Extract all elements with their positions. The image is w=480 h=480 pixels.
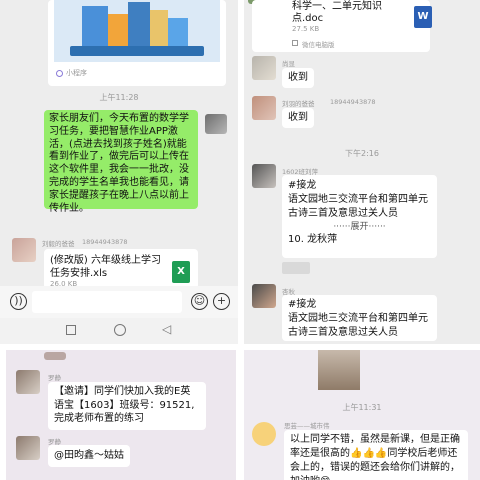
word-file-icon: W	[414, 6, 432, 28]
triangle-icon[interactable]: ◁	[162, 322, 171, 336]
excel-file-icon: X	[172, 261, 190, 283]
invite-message[interactable]: 【邀请】同学们快加入我的E英语宝【1603】班级号：91521,完成老师布置的练…	[48, 382, 206, 430]
doc-file-message[interactable]: 科学一、二单元知识点.doc 27.5 KB W 微信电脑版	[252, 0, 432, 52]
timestamp: 下午2:16	[345, 149, 379, 158]
reply-message[interactable]: 收到	[282, 108, 314, 128]
my-avatar[interactable]	[205, 114, 227, 134]
jielong-text: #接龙 语文园地三交流平台和第四单元古诗三首及意思过关人员	[288, 180, 428, 219]
sender-avatar[interactable]	[12, 238, 36, 262]
teacher-message[interactable]: 以上同学不错，虽然是新课，但是正确率还是很高的👍👍👍同学校后老师还会上的，错误的…	[284, 430, 468, 480]
chat-panel-bottom-left: 罗静 【邀请】同学们快加入我的E英语宝【1603】班级号：91521,完成老师布…	[6, 350, 236, 480]
shared-image[interactable]	[318, 350, 360, 390]
sender-name: 罗静	[48, 374, 61, 382]
sender-name: 尚显	[282, 60, 295, 68]
jielong-text: #接龙 语文园地三交流平台和第四单元古诗三首及意思过关人员	[288, 299, 428, 338]
sender-name: 刘羽的爸爸	[282, 100, 315, 108]
sender-avatar[interactable]	[252, 284, 276, 308]
pc-wechat-icon	[292, 40, 298, 46]
timestamp: 上午11:31	[342, 403, 382, 412]
message-input[interactable]	[32, 291, 182, 313]
chat-panel-top-left: 小程序 上午11:28 家长朋友们，今天布置的数学学习任务，要把智慧作业APP激…	[0, 0, 238, 344]
chat-panel-top-right: 科学一、二单元知识点.doc 27.5 KB W 微信电脑版 尚显 收到 刘羽的…	[244, 0, 480, 344]
file-sender-phone: 18944943878	[82, 238, 128, 246]
jielong-last-entry: 10. 龙秋萍	[288, 234, 338, 245]
sender-phone: 18944943878	[330, 98, 376, 106]
doc-file-name: 科学一、二单元知识点.doc	[292, 1, 382, 24]
sender-avatar[interactable]	[44, 352, 66, 360]
card-image	[54, 0, 220, 62]
plus-icon[interactable]: +	[213, 293, 230, 310]
file-name: (修改版) 六年级线上学习任务安排.xls	[50, 255, 161, 279]
timestamp: 上午11:28	[99, 93, 139, 102]
input-bar: )) ☺ +	[0, 286, 238, 318]
mini-program-card[interactable]: 小程序	[48, 0, 226, 86]
sender-avatar[interactable]	[16, 370, 40, 394]
mention-message[interactable]: @田昀鑫～姑姑	[48, 445, 130, 467]
system-nav-bar: ◁	[0, 318, 238, 344]
emoji-icon[interactable]: ☺	[191, 293, 208, 310]
expand-link[interactable]: ······展开······	[288, 221, 431, 233]
card-source-label: 小程序	[66, 69, 87, 77]
voice-icon[interactable]: ))	[10, 293, 27, 310]
sender-avatar[interactable]	[252, 96, 276, 120]
chat-panel-bottom-right: 上午11:31 思芸——城市伟 以上同学不错，虽然是新课，但是正确率还是很高的👍…	[244, 350, 480, 480]
circle-icon[interactable]	[114, 324, 126, 336]
sender-avatar[interactable]	[252, 56, 276, 80]
jielong-message[interactable]: #接龙 语文园地三交流平台和第四单元古诗三首及意思过关人员 ······展开··…	[282, 175, 437, 258]
file-message[interactable]: (修改版) 六年级线上学习任务安排.xls 26.0 KB X	[44, 249, 198, 289]
sender-name: 思芸——城市伟	[284, 422, 330, 430]
jielong-message[interactable]: #接龙 语文园地三交流平台和第四单元古诗三首及意思过关人员	[282, 295, 437, 341]
mini-program-icon	[56, 70, 63, 77]
sender-avatar[interactable]	[16, 436, 40, 460]
doc-source: 微信电脑版	[302, 41, 335, 49]
sender-avatar[interactable]	[252, 164, 276, 188]
square-icon[interactable]	[66, 325, 76, 335]
outgoing-message[interactable]: 家长朋友们，今天布置的数学学习任务，要把智慧作业APP激活，(点进去找到孩子姓名…	[44, 110, 198, 214]
file-sender-name: 刘毅的爸爸	[42, 240, 75, 248]
sender-avatar[interactable]	[252, 422, 276, 446]
reply-message[interactable]: 收到	[282, 68, 314, 88]
doc-file-size: 27.5 KB	[292, 25, 320, 33]
reaction-bar	[282, 262, 310, 274]
